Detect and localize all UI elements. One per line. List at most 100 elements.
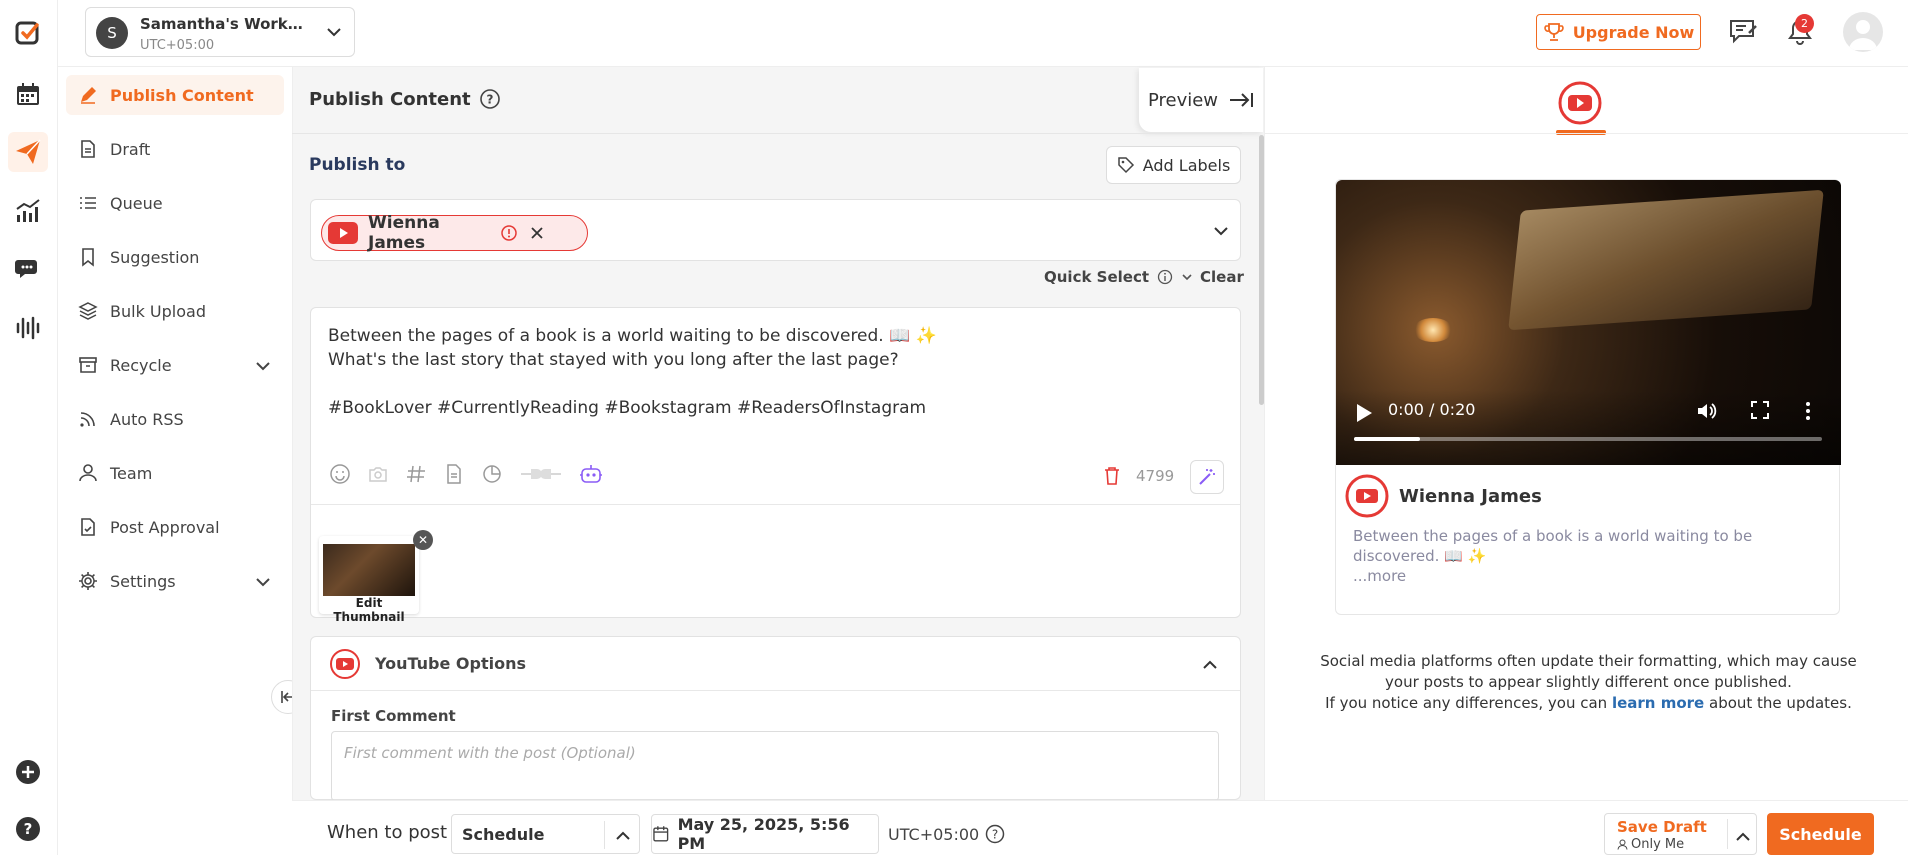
edit-thumbnail-label[interactable]: Edit Thumbnail [319, 596, 419, 624]
timezone-label: UTC+05:00 ? [888, 824, 1005, 844]
sidebar-item-label: Queue [110, 193, 163, 213]
publish-send-icon[interactable] [8, 132, 48, 172]
post-editor: Between the pages of a book is a world w… [310, 307, 1241, 624]
remove-media-icon[interactable]: ✕ [413, 530, 433, 550]
doc-check-icon [81, 518, 95, 536]
workspace-name: Samantha's Worksp... [140, 15, 310, 33]
media-thumbnail[interactable]: Edit Thumbnail ✕ [319, 530, 433, 624]
list-icon [80, 197, 96, 209]
character-count: 4799 [1136, 467, 1175, 485]
add-circle-icon[interactable] [8, 752, 48, 792]
schedule-button[interactable]: Schedule [1767, 813, 1874, 855]
sidebar-item-label: Publish Content [110, 85, 254, 105]
sidebar-item-label: Post Approval [110, 517, 220, 537]
volume-icon[interactable] [1696, 400, 1718, 422]
editor-toolbar [329, 463, 603, 485]
magic-wand-button[interactable] [1190, 460, 1224, 494]
chevron-down-icon [1182, 274, 1192, 281]
analytics-icon[interactable] [8, 191, 48, 231]
sidebar-item-queue[interactable]: Queue [66, 183, 284, 223]
note-text: about the updates. [1709, 694, 1852, 712]
schedule-date: May 25, 2025, 5:56 PM [677, 815, 850, 853]
upgrade-now-button[interactable]: Upgrade Now [1536, 14, 1701, 50]
add-labels-button[interactable]: Add Labels [1106, 146, 1241, 184]
play-icon[interactable] [1354, 402, 1374, 424]
user-avatar[interactable] [1843, 12, 1883, 52]
sidebar-item-label: Settings [110, 571, 176, 591]
quick-select-dropdown[interactable]: Quick Select [1044, 268, 1193, 286]
sidebar-item-label: Team [110, 463, 153, 483]
video-progress-fill [1354, 437, 1420, 441]
close-icon[interactable] [528, 224, 546, 242]
calendar-icon [653, 826, 669, 842]
learn-more-link[interactable]: learn more [1612, 694, 1704, 712]
inbox-chat-icon[interactable] [8, 249, 48, 289]
camera-icon[interactable] [367, 463, 389, 485]
sidebar-item-label: Auto RSS [110, 409, 184, 429]
listening-wave-icon[interactable] [8, 308, 48, 348]
app-logo-icon[interactable] [8, 14, 48, 54]
notes-edit-icon[interactable] [1728, 18, 1758, 50]
emoji-icon[interactable] [329, 463, 351, 485]
formatting-note: Social media platforms often update thei… [1306, 651, 1871, 714]
video-player[interactable]: 0:00 / 0:20 [1336, 180, 1841, 465]
hashtag-icon[interactable] [405, 463, 427, 485]
calendar-icon[interactable] [8, 74, 48, 114]
sidebar-item-settings[interactable]: Settings [66, 561, 284, 601]
more-vertical-icon[interactable] [1804, 400, 1812, 422]
sidebar-item-team[interactable]: Team [66, 453, 284, 493]
video-progress-bar[interactable] [1354, 437, 1822, 441]
preview-more-link[interactable]: ...more [1353, 567, 1406, 585]
plugin-icon[interactable] [519, 463, 563, 485]
upgrade-label: Upgrade Now [1572, 22, 1695, 42]
post-text-area[interactable]: Between the pages of a book is a world w… [328, 324, 937, 420]
trash-icon[interactable] [1103, 466, 1121, 486]
sidebar-item-label: Recycle [110, 355, 172, 375]
divider [1264, 133, 1908, 134]
sidebar-item-recycle[interactable]: Recycle [66, 345, 284, 385]
document-icon[interactable] [443, 463, 465, 485]
schedule-mode-select[interactable]: Schedule [451, 814, 640, 854]
pie-chart-icon[interactable] [481, 463, 503, 485]
chevron-up-icon[interactable] [1734, 828, 1752, 846]
question-circle-icon[interactable]: ? [479, 88, 501, 110]
clear-button[interactable]: Clear [1200, 268, 1244, 286]
sidebar-item-draft[interactable]: Draft [66, 129, 284, 169]
video-frame-book [1508, 189, 1824, 331]
preview-toggle-button[interactable]: Preview [1139, 68, 1263, 132]
youtube-options-panel: YouTube Options First Comment First comm… [310, 636, 1241, 801]
visibility-text: Only Me [1631, 837, 1685, 852]
youtube-preview-tab[interactable] [1557, 80, 1603, 126]
add-labels-text: Add Labels [1142, 155, 1231, 175]
question-circle-icon[interactable]: ? [985, 824, 1005, 844]
sidebar-item-suggestion[interactable]: Suggestion [66, 237, 284, 277]
workspace-switcher[interactable]: S Samantha's Worksp... UTC+05:00 [85, 7, 355, 57]
divider [292, 133, 1242, 134]
magic-wand-icon [1199, 469, 1215, 485]
divider [311, 504, 1240, 505]
account-selector[interactable]: Wienna James [310, 199, 1241, 261]
quick-select-label: Quick Select [1044, 268, 1150, 286]
divider [604, 821, 605, 849]
sidebar-item-auto-rss[interactable]: Auto RSS [66, 399, 284, 439]
workspace-timezone: UTC+05:00 [140, 38, 215, 53]
schedule-mode-value: Schedule [462, 824, 545, 844]
fullscreen-icon[interactable] [1750, 400, 1770, 420]
sidebar-item-bulk-upload[interactable]: Bulk Upload [66, 291, 284, 331]
help-icon[interactable]: ? [8, 809, 48, 849]
pencil-icon [81, 87, 96, 104]
ai-robot-icon[interactable] [579, 463, 603, 485]
chevron-down-icon[interactable] [1210, 220, 1232, 242]
youtube-options-header[interactable]: YouTube Options [311, 637, 1240, 691]
sidebar-item-post-approval[interactable]: Post Approval [66, 507, 284, 547]
date-picker-button[interactable]: May 25, 2025, 5:56 PM [651, 814, 879, 854]
account-chip[interactable]: Wienna James [321, 213, 588, 253]
save-draft-button[interactable]: Save Draft Only Me [1604, 813, 1757, 855]
app-rail: ? [0, 0, 58, 855]
divider [1727, 819, 1728, 849]
preview-account: Wienna James [1345, 474, 1542, 518]
sidebar-item-publish-content[interactable]: Publish Content [66, 75, 284, 115]
first-comment-input[interactable]: First comment with the post (Optional) [331, 731, 1219, 801]
warning-circle-icon[interactable] [500, 224, 518, 242]
first-comment-label: First Comment [331, 707, 456, 725]
